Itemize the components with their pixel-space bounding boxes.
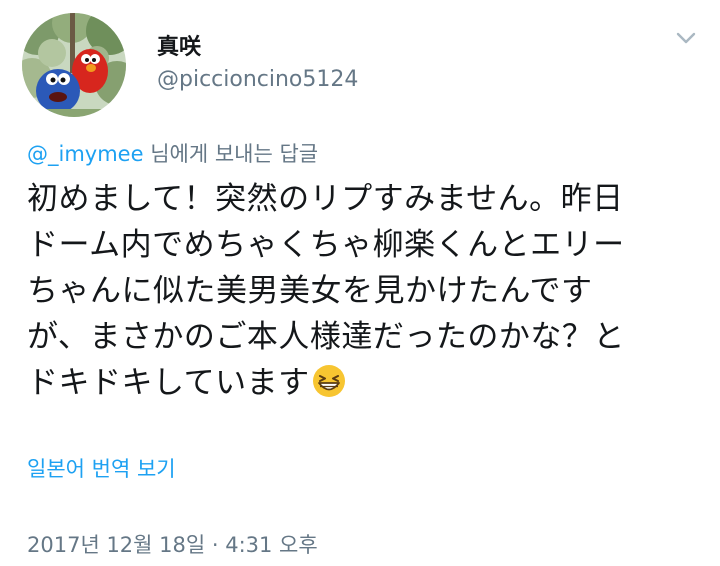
avatar[interactable]	[22, 13, 126, 117]
tweet-text-line: ちゃんに似た美男美女を見かけたんです	[27, 273, 593, 309]
tweet-text-line: が、まさかのご本人様達だったのかな？と	[27, 319, 625, 355]
tweet-text-line-last: ドキドキしています	[27, 360, 699, 406]
tweet-text-line: ドーム内でめちゃくちゃ柳楽くんとエリー	[27, 227, 625, 263]
avatar-elmo-tree-icon	[22, 13, 126, 117]
reply-mention-link[interactable]: @_imymee	[27, 142, 144, 166]
tweet-text-line: 初めまして！突然のリプすみません。昨日	[27, 181, 624, 217]
chevron-down-icon	[676, 32, 696, 44]
reply-context: @_imymee 님에게 보내는 답글	[27, 140, 318, 168]
user-handle[interactable]: @piccioncino5124	[157, 66, 358, 94]
tweet-detail: 真咲 @piccioncino5124 @_imymee 님에게 보내는 답글 …	[0, 0, 720, 566]
reply-context-label: 님에게 보내는 답글	[143, 142, 319, 166]
translate-tweet-link[interactable]: 일본어 번역 보기	[27, 455, 176, 483]
display-name[interactable]: 真咲	[157, 34, 201, 62]
grinning-squinting-face-emoji-icon	[312, 364, 346, 398]
tweet-text-line: ドキドキしています	[27, 365, 310, 401]
tweet-text: 初めまして！突然のリプすみません。昨日 ドーム内でめちゃくちゃ柳楽くんとエリー …	[27, 176, 699, 406]
tweet-timestamp[interactable]: 2017년 12월 18일 · 4:31 오후	[27, 531, 318, 559]
tweet-menu-button[interactable]	[672, 26, 700, 50]
